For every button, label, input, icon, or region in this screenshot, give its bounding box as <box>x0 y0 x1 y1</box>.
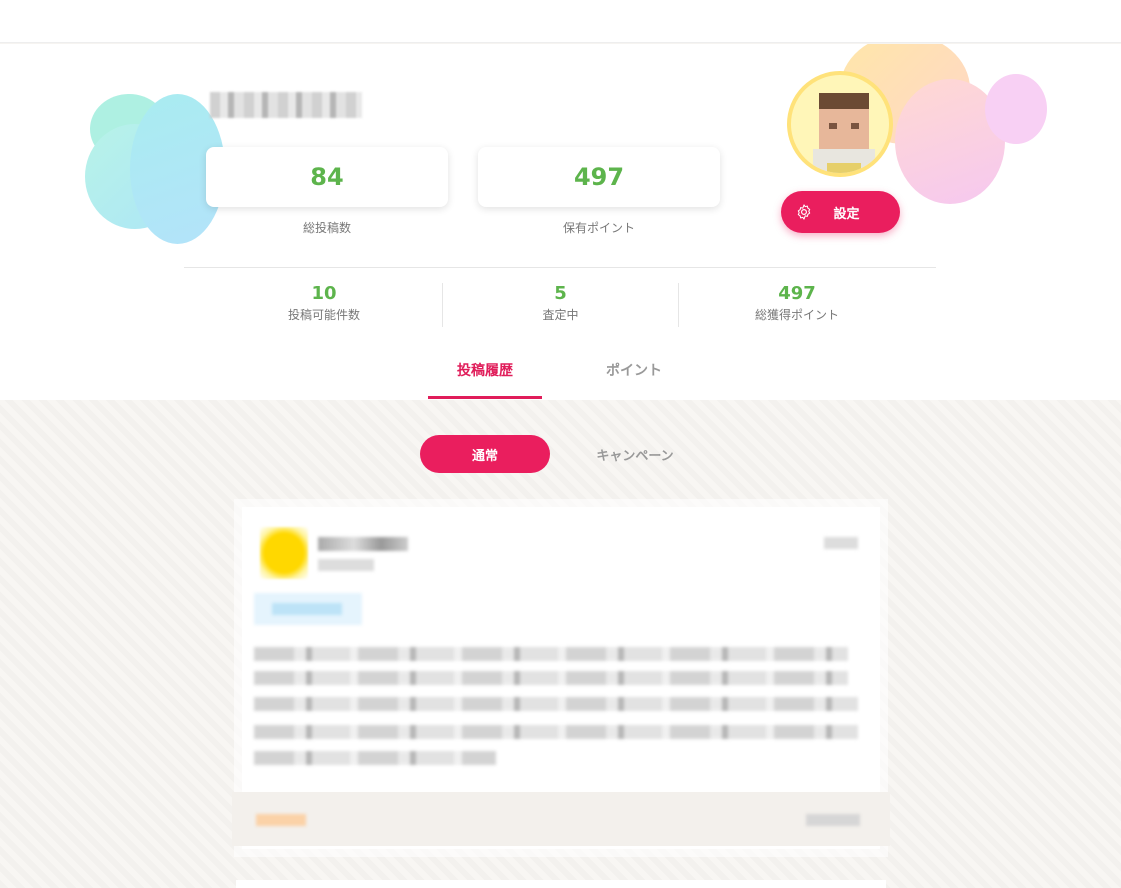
settings-button[interactable]: 設定 <box>781 191 900 233</box>
profile-header: 84 総投稿数 497 保有ポイント 設定 10 投稿可能件数 5 査定中 49… <box>0 44 1121 400</box>
total-posts-label: 総投稿数 <box>302 221 351 235</box>
post-text-redacted <box>254 751 496 765</box>
total-earned-points: 497 総獲得ポイント <box>679 282 915 324</box>
points-held-label: 保有ポイント <box>562 221 635 235</box>
settings-label: 設定 <box>833 206 860 222</box>
post-date-redacted <box>824 537 858 549</box>
under-review-value: 5 <box>554 283 567 304</box>
total-earned-value: 497 <box>778 283 816 304</box>
points-held-value: 497 <box>478 147 720 207</box>
divider <box>184 267 936 268</box>
post-status-redacted <box>256 814 306 826</box>
postable-count: 10 投稿可能件数 <box>206 282 442 324</box>
tab-post-history[interactable]: 投稿履歴 <box>428 360 542 399</box>
post-author-redacted <box>318 537 408 551</box>
post-text-redacted <box>254 671 848 685</box>
subtab-normal[interactable]: 通常 <box>420 435 550 473</box>
post-footer <box>232 792 890 846</box>
post-text-redacted <box>254 647 848 661</box>
top-bar <box>0 0 1121 43</box>
decor-blob <box>985 74 1047 144</box>
post-points-redacted <box>806 814 860 826</box>
post-tag-label-redacted <box>272 603 342 615</box>
postable-count-label: 投稿可能件数 <box>287 308 360 322</box>
total-posts-value: 84 <box>206 147 448 207</box>
gear-icon <box>797 204 811 220</box>
username-redacted <box>210 92 362 118</box>
post-avatar <box>260 527 308 579</box>
post-card[interactable] <box>236 880 886 888</box>
post-text-redacted <box>254 697 858 711</box>
total-earned-label: 総獲得ポイント <box>754 308 839 322</box>
avatar[interactable] <box>787 71 893 177</box>
post-card[interactable] <box>232 507 890 849</box>
under-review-label: 査定中 <box>542 308 579 322</box>
post-text-redacted <box>254 725 858 739</box>
under-review-count: 5 査定中 <box>443 282 678 324</box>
post-meta-redacted <box>318 559 374 571</box>
subtab-campaign[interactable]: キャンペーン <box>575 435 695 473</box>
tab-points[interactable]: ポイント <box>577 360 691 399</box>
postable-count-value: 10 <box>311 283 337 304</box>
